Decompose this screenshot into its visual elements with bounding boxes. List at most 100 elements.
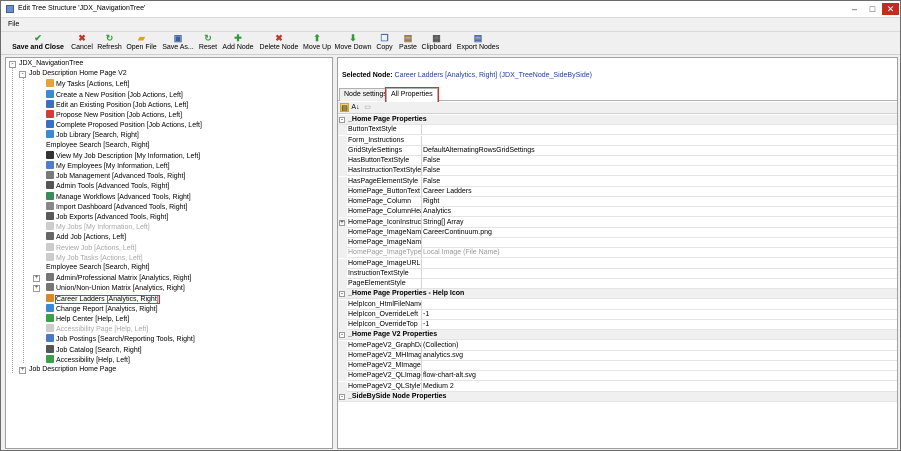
column-divider[interactable] xyxy=(421,279,422,289)
move-up-button[interactable]: ⬆ Move Up xyxy=(302,33,332,55)
tree-node[interactable]: Job Description Home Page xyxy=(29,365,116,375)
tree-node[interactable]: Job Library [Search, Right] xyxy=(46,130,139,140)
property-row[interactable]: HomePage_ImageName CareerContinuum.png xyxy=(338,227,897,238)
tree-node-selected[interactable]: Career Ladders [Analytics, Right] xyxy=(46,293,160,304)
tree-node[interactable]: Job Postings [Search/Reporting Tools, Ri… xyxy=(46,334,195,344)
export-nodes-button[interactable]: ▤ Export Nodes xyxy=(456,33,500,55)
cancel-button[interactable]: ✖ Cancel xyxy=(70,33,94,55)
property-row[interactable]: HasInstructionTextStyle False xyxy=(338,166,897,177)
expand-icon[interactable]: + xyxy=(19,366,26,374)
tree-node[interactable]: My Tasks [Actions, Left] xyxy=(46,79,129,89)
close-icon[interactable]: ✕ xyxy=(882,3,899,15)
collapse-icon[interactable]: - xyxy=(339,332,345,339)
column-divider[interactable] xyxy=(421,207,422,218)
expand-icon[interactable]: + xyxy=(33,284,40,292)
property-category[interactable]: - _Home Page V2 Properties xyxy=(338,330,897,341)
tree-node[interactable]: Employee Search [Search, Right] xyxy=(46,263,150,273)
tree-node[interactable]: My Jobs [My Information, Left] xyxy=(46,222,150,232)
tree-node[interactable]: Job Description Home Page V2 xyxy=(29,69,127,79)
categorized-icon[interactable]: ▤ xyxy=(340,103,349,112)
save-and-close-button[interactable]: ✔ Save and Close xyxy=(9,33,67,55)
property-value[interactable]: -1 xyxy=(423,310,883,320)
property-value[interactable]: Medium 2 xyxy=(423,382,883,392)
property-row[interactable]: HomePageV2_QLStyleTypMedium 2 xyxy=(338,381,897,392)
property-row[interactable]: HomePageV2_GraphData1(Collection) xyxy=(338,340,897,351)
column-divider[interactable] xyxy=(421,217,422,228)
copy-button[interactable]: ❐ Copy xyxy=(375,33,394,55)
open-file-button[interactable]: ▰ Open File xyxy=(125,33,158,55)
property-row[interactable]: Form_Instructions xyxy=(338,135,897,146)
tree-node[interactable]: Change Report [Analytics, Right] xyxy=(46,303,158,314)
column-divider[interactable] xyxy=(421,135,422,146)
tree-node[interactable]: Accessibility Page [Help, Left] xyxy=(46,324,148,334)
property-value[interactable]: DefaultAlternatingRowsGridSettings xyxy=(423,146,883,156)
property-row[interactable]: HasButtonTextStyle False xyxy=(338,156,897,166)
clipboard-button[interactable]: ▦ Clipboard xyxy=(420,33,453,55)
property-row[interactable]: InstructionTextStyle xyxy=(338,268,897,279)
property-row[interactable]: ButtonTextStyle xyxy=(338,125,897,136)
alphabetical-icon[interactable]: A↓ xyxy=(351,103,360,112)
property-row[interactable]: PageElementStyle xyxy=(338,279,897,289)
tree-node[interactable]: Employee Search [Search, Right] xyxy=(46,141,150,151)
property-value[interactable]: False xyxy=(423,156,883,166)
property-category[interactable]: - _SideBySide Node Properties xyxy=(338,391,897,402)
property-row[interactable]: HelpIcon_HtmlFileName xyxy=(338,299,897,310)
collapse-icon[interactable]: - xyxy=(339,393,345,400)
column-divider[interactable] xyxy=(421,197,422,207)
property-value[interactable]: Analytics xyxy=(423,207,883,217)
tree-node[interactable]: Review Job [Actions, Left] xyxy=(46,242,137,253)
property-row[interactable]: HomePageV2_MImageNar xyxy=(338,361,897,371)
tree-panel[interactable]: - JDX_NavigationTree - Job Description Home… xyxy=(5,57,333,449)
property-grid[interactable]: - _Home Page Properties ButtonTextStyle For… xyxy=(338,115,897,448)
property-pages-icon[interactable]: ▭ xyxy=(363,103,372,112)
property-row[interactable]: HomePage_Column Right xyxy=(338,197,897,207)
collapse-icon[interactable]: - xyxy=(9,60,16,68)
property-category[interactable]: - _Home Page Properties xyxy=(338,115,897,125)
property-row[interactable]: HomePage_ColumnHeadirAnalytics xyxy=(338,207,897,218)
property-row[interactable]: HasPageElementStyle False xyxy=(338,176,897,187)
move-down-button[interactable]: ⬇ Move Down xyxy=(334,33,372,55)
column-divider[interactable] xyxy=(421,248,422,259)
tree-node[interactable]: Add Job [Actions, Left] xyxy=(46,232,126,242)
tree-node[interactable]: View My Job Description [My Information,… xyxy=(46,150,200,161)
column-divider[interactable] xyxy=(421,309,422,320)
property-row[interactable]: GridStyleSettings DefaultAlternatingRowsG… xyxy=(338,145,897,156)
tree-node[interactable]: My Job Tasks [Actions, Left] xyxy=(46,252,143,263)
property-value[interactable]: False xyxy=(423,177,883,187)
expand-icon[interactable]: + xyxy=(33,274,40,282)
column-divider[interactable] xyxy=(421,166,422,177)
tree-node[interactable]: Manage Workflows [Advanced Tools, Right] xyxy=(46,191,191,202)
delete-node-button[interactable]: ✖ Delete Node xyxy=(258,33,300,55)
property-row[interactable]: HomePageV2_QLImageNaflow-chart-alt.svg xyxy=(338,371,897,382)
property-value[interactable]: False xyxy=(423,166,883,176)
minimize-icon[interactable]: – xyxy=(846,3,863,15)
tree-node[interactable]: Admin Tools [Advanced Tools, Right] xyxy=(46,181,169,191)
property-value[interactable]: Right xyxy=(423,197,883,207)
tree-node[interactable]: Import Dashboard [Advanced Tools, Right] xyxy=(46,201,187,212)
tab-node-settings[interactable]: Node settings xyxy=(339,88,392,101)
property-value[interactable]: -1 xyxy=(423,320,883,330)
property-value[interactable]: String[] Array xyxy=(423,218,883,228)
column-divider[interactable] xyxy=(421,371,422,382)
column-divider[interactable] xyxy=(421,176,422,187)
collapse-icon[interactable]: - xyxy=(339,291,345,298)
tree-node[interactable]: Help Center [Help, Left] xyxy=(46,314,129,324)
column-divider[interactable] xyxy=(421,268,422,279)
refresh-button[interactable]: ↻ Refresh xyxy=(96,33,123,55)
menu-file[interactable]: File xyxy=(8,21,19,28)
property-row[interactable]: HomePage_ImageName_I xyxy=(338,238,897,248)
property-value[interactable]: CareerContinuum.png xyxy=(423,228,883,238)
property-value[interactable]: Local Image (File Name) xyxy=(423,248,883,258)
expand-icon[interactable]: + xyxy=(339,219,345,226)
tree-node[interactable]: Union/Non-Union Matrix [Analytics, Right… xyxy=(46,283,185,293)
tree-node[interactable]: Job Management [Advanced Tools, Right] xyxy=(46,171,185,181)
property-value[interactable]: (Collection) xyxy=(423,341,883,351)
column-divider[interactable] xyxy=(421,350,422,361)
column-divider[interactable] xyxy=(421,361,422,371)
tree-node[interactable]: Admin/Professional Matrix [Analytics, Ri… xyxy=(46,273,191,283)
column-divider[interactable] xyxy=(421,156,422,166)
property-row[interactable]: + HomePage_IconInstructio String[] Array xyxy=(338,217,897,228)
property-row[interactable]: HelpIcon_OverrideTop -1 xyxy=(338,320,897,330)
tree-node[interactable]: Propose New Position [Job Actions, Left] xyxy=(46,110,182,120)
tree-node[interactable]: Create a New Position [Job Actions, Left… xyxy=(46,89,183,100)
